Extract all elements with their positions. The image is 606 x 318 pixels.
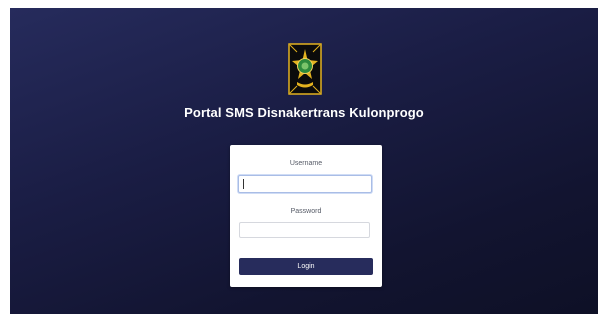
text-cursor (243, 179, 244, 189)
kulonprogo-emblem-icon (288, 43, 322, 95)
portal-title: Portal SMS Disnakertrans Kulonprogo (184, 105, 424, 120)
username-input[interactable] (238, 175, 372, 193)
username-label: Username (289, 160, 323, 167)
login-page-background: Portal SMS Disnakertrans Kulonprogo User… (10, 8, 598, 314)
login-card: Username Password Login (230, 145, 382, 287)
password-label: Password (290, 208, 322, 215)
login-button[interactable]: Login (239, 258, 373, 275)
password-input[interactable] (239, 222, 370, 238)
